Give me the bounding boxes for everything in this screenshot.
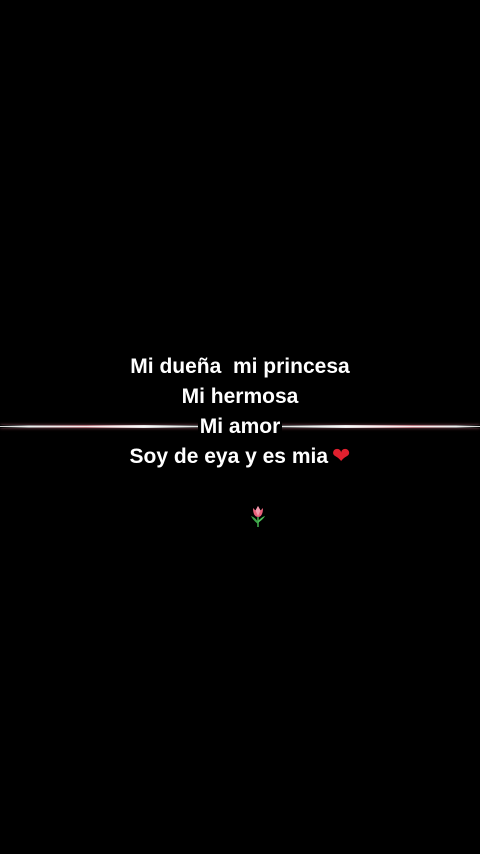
caption-line-3: Mi amor <box>0 412 480 442</box>
caption-line-1: Mi dueña mi princesa <box>130 355 350 378</box>
story-canvas: Mi dueña mi princesa Mi hermosa Mi amor … <box>0 0 480 854</box>
caption-line-4: Soy de eya y es mia ❤ <box>0 442 480 472</box>
caption-line-3-text: Mi amor <box>197 412 283 442</box>
caption-line-4-text: Soy de eya y es mia <box>129 445 329 468</box>
tulip-icon <box>250 506 265 527</box>
caption-line-5 <box>0 472 480 567</box>
caption-line-2: Mi hermosa <box>181 385 299 408</box>
story-caption: Mi dueña mi princesa Mi hermosa Mi amor … <box>0 352 480 567</box>
heart-icon: ❤ <box>332 444 351 469</box>
